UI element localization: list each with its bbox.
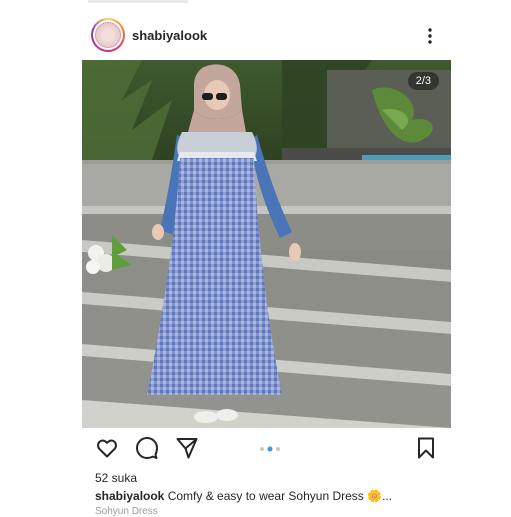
avatar[interactable]	[91, 18, 125, 52]
more-vertical-icon[interactable]	[420, 26, 440, 46]
bookmark-icon[interactable]	[414, 436, 438, 460]
carousel-indicator	[260, 446, 280, 452]
post-photo[interactable]: 2/3	[82, 60, 451, 428]
send-icon[interactable]	[175, 436, 199, 460]
caption-more[interactable]: ...	[382, 489, 392, 503]
caption-username[interactable]: shabiyalook	[95, 489, 164, 503]
username[interactable]: shabiyalook	[132, 28, 207, 43]
caption-text: Comfy & easy to wear Sohyun Dress	[167, 489, 364, 503]
post-header: shabiyalook	[88, 14, 448, 58]
like-count[interactable]: 52 suka	[95, 471, 137, 485]
instagram-post: shabiyalook 2/3 52 suka shabiyalook Comf…	[0, 0, 511, 517]
action-bar	[88, 434, 448, 464]
divider	[88, 0, 188, 3]
heart-icon[interactable]	[95, 436, 119, 460]
comment-icon[interactable]	[135, 436, 159, 460]
photo-illustration	[82, 60, 451, 428]
image-counter: 2/3	[407, 72, 439, 90]
caption-emoji: 🌼	[367, 489, 383, 503]
caption-next-line: Sohyun Dress	[95, 506, 158, 517]
caption: shabiyalook Comfy & easy to wear Sohyun …	[95, 489, 425, 503]
avatar-image	[95, 22, 121, 48]
